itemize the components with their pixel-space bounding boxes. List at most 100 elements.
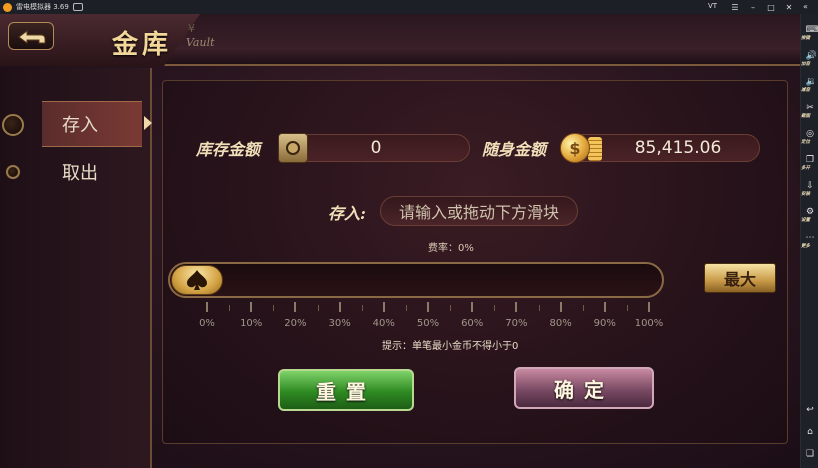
slider-minor-tick [361,305,363,311]
scissors-icon: ✂ [806,103,814,113]
emulator-tool-label: 按键 [801,36,810,41]
slider-tick [648,302,650,312]
emulator-tool-more[interactable]: ⋯ 更多 [801,233,818,250]
emulator-tool-label: 减音 [801,88,810,93]
slider-tick-label: 50% [416,318,440,329]
back-arrow-icon [18,30,46,44]
install-icon: ⇩ [806,181,814,191]
emulator-tool-label: 加音 [801,62,810,67]
slider-tick [603,302,606,312]
stored-amount-value: 0 [282,134,470,162]
multi-instance-icon: ❐ [805,155,815,165]
more-icon: ⋯ [805,233,815,243]
emulator-tool-volume-up[interactable]: 🔊 加音 [801,51,818,68]
slider-knob[interactable] [171,265,223,295]
slider-tick [382,302,385,312]
slider-tick [515,302,518,312]
reset-button[interactable]: 重置 [278,369,414,411]
slider-minor-tick [317,305,319,311]
slider-minor-tick [538,305,540,311]
gamepad-icon[interactable] [72,3,83,11]
volume-up-icon: 🔊 [805,51,817,61]
page-subtitle: Vault [186,36,215,49]
tab-deposit[interactable]: 存入 [42,101,142,147]
emulator-tool-label: 安装 [801,192,810,197]
active-tab-arrow-icon [144,116,152,130]
slider-tick [294,302,297,312]
stored-amount-label: 库存金额 [196,140,261,159]
recent-apps-icon[interactable]: ❏ [801,450,818,459]
header: 金库 ¥ Vault [0,14,800,66]
coin-stack-icon [588,137,602,161]
slider-tick [471,302,474,312]
vault-screen: 金库 ¥ Vault 存入 取出 库存金额 0 随身金额 85,415.06 $… [0,14,800,468]
slider-tick-label: 70% [505,318,528,329]
tab-indicator-deposit-icon [2,114,24,136]
emulator-tool-label: 多开 [801,166,810,171]
tab-indicator-withdraw-icon [6,165,20,179]
slider-tick-label: 80% [549,318,572,329]
slider-tick-label: 100% [634,318,664,329]
emulator-tool-label: 设置 [801,218,810,223]
slider-tick-label: 90% [593,318,616,329]
home-icon[interactable]: ⌂ [801,428,818,437]
slider-minor-tick [229,305,231,311]
slider-tick [250,302,253,312]
slider-tick-label: 0% [199,318,215,329]
emulator-tool-scissors[interactable]: ✂ 截图 [801,103,818,120]
slider-tick [338,302,341,312]
slider-tick-label: 40% [372,318,395,329]
deposit-slider[interactable] [168,262,664,298]
tab-withdraw-label: 取出 [62,163,98,184]
slider-tick-label: 60% [461,318,484,329]
keyboard-icon: ⌨ [805,25,818,35]
fee-rate: 费率：0% [428,243,474,254]
close-icon[interactable]: ✕ [780,3,798,12]
slider-minor-tick [450,305,452,311]
emulator-tool-multi-instance[interactable]: ❐ 多开 [801,155,818,172]
slider-minor-tick [273,305,275,311]
minimize-icon[interactable]: – [744,3,762,12]
tab-deposit-label: 存入 [62,115,98,136]
emulator-tool-volume-down[interactable]: 🔉 减音 [801,77,818,94]
deposit-amount-input[interactable]: 请输入或拖动下方滑块 [380,196,578,226]
max-button[interactable]: 最大 [704,263,776,293]
slider-tick [206,302,208,312]
slider-tick-label: 30% [328,318,351,329]
emulator-tool-label: 定位 [801,140,810,145]
volume-down-icon: 🔉 [805,77,817,87]
menu-icon[interactable]: ☰ [726,3,744,12]
maximize-icon[interactable]: □ [762,3,780,12]
back-button[interactable] [8,22,54,50]
location-icon: ◎ [806,129,814,139]
emulator-tool-install[interactable]: ⇩ 安装 [801,181,818,198]
collapse-sidebar-icon[interactable]: « [803,2,808,11]
slider-minor-tick [626,305,628,311]
slider-minor-tick [494,305,496,311]
page-title: 金库 [112,30,173,60]
min-amount-hint: 提示：单笔最小金币不得小于0 [382,341,519,352]
slider-tick-label: 10% [240,318,263,329]
emulator-tool-label: 更多 [801,244,810,249]
gold-coin-icon: $ [560,133,590,163]
deposit-label: 存入: [328,204,366,223]
window-controls: ☰ – □ ✕ [726,0,798,14]
slider-minor-tick [405,305,407,311]
emulator-titlebar: 雷电模拟器 3.69 VT ☰ – □ ✕ « [0,0,818,14]
emulator-sidebar: ⌨ 按键 🔊 加音 🔉 减音 ✂ 截图 ◎ 定位 ❐ 多开 ⇩ 安装 ⚙ 设置 ⋯ 更多 ↩ ⌂ ❏ [800,14,818,468]
back-nav-icon[interactable]: ↩ [801,406,818,415]
vt-badge: VT [708,2,718,10]
emulator-tool-location[interactable]: ◎ 定位 [801,129,818,146]
spade-icon [187,270,207,290]
confirm-button[interactable]: 确定 [514,367,654,409]
slider-tick [559,302,562,312]
carried-amount-label: 随身金额 [482,140,547,159]
emulator-tool-label: 截图 [801,114,810,119]
emulator-tool-keyboard[interactable]: ⌨ 按键 [801,25,818,42]
tab-withdraw[interactable]: 取出 [42,149,142,195]
settings-icon: ⚙ [805,207,815,217]
emulator-tool-settings[interactable]: ⚙ 设置 [801,207,818,224]
slider-tick-label: 20% [284,318,307,329]
emulator-logo-icon [3,2,12,12]
emulator-title: 雷电模拟器 3.69 [16,3,69,11]
